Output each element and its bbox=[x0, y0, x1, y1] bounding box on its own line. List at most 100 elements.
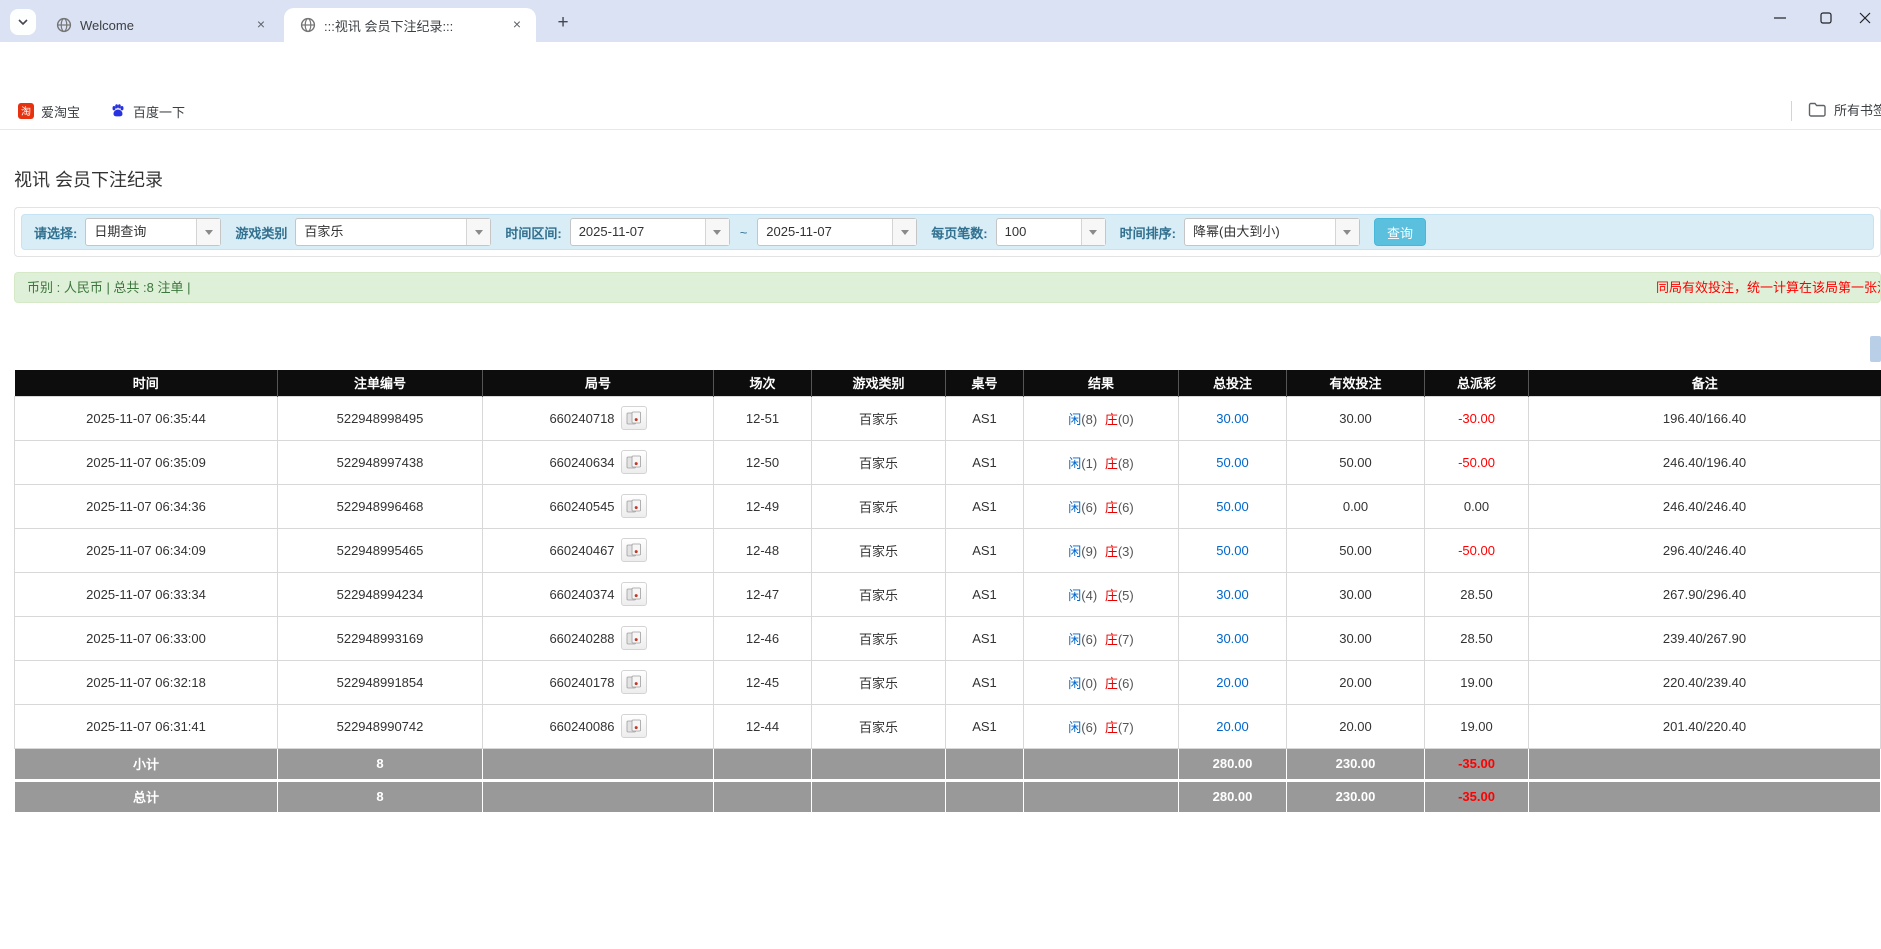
cell-payout: 0.00 bbox=[1425, 484, 1529, 528]
close-icon[interactable]: × bbox=[252, 16, 270, 34]
date-to-value: 2025-11-07 bbox=[758, 219, 892, 245]
footer-count: 8 bbox=[278, 748, 483, 780]
column-header-5: 桌号 bbox=[946, 370, 1024, 396]
chevron-down-icon[interactable] bbox=[466, 219, 490, 245]
cell-game: 百家乐 bbox=[812, 660, 946, 704]
cell-payout: 28.50 bbox=[1425, 572, 1529, 616]
column-header-7: 总投注 bbox=[1179, 370, 1287, 396]
per-page-select[interactable]: 100 bbox=[996, 218, 1106, 246]
cell-round: 660240718 bbox=[483, 396, 714, 440]
bookmark-baidu[interactable]: 百度一下 bbox=[110, 100, 185, 122]
summary-currency-count: 币别 : 人民币 | 总共 :8 注单 | bbox=[27, 273, 191, 302]
cell-session: 12-51 bbox=[714, 396, 812, 440]
cell-round: 660240086 bbox=[483, 704, 714, 748]
cell-total-bet: 20.00 bbox=[1179, 660, 1287, 704]
total-bet-link[interactable]: 20.00 bbox=[1216, 719, 1249, 734]
footer-total-bet: 280.00 bbox=[1179, 780, 1287, 812]
total-bet-link[interactable]: 50.00 bbox=[1216, 543, 1249, 558]
total-bet-link[interactable]: 30.00 bbox=[1216, 631, 1249, 646]
cell-session: 12-44 bbox=[714, 704, 812, 748]
filter-bar: 请选择: 日期查询 游戏类别 百家乐 时间区间: 2025-11-07 ~ 20… bbox=[21, 214, 1874, 250]
chevron-down-icon[interactable] bbox=[1081, 219, 1105, 245]
column-header-6: 结果 bbox=[1024, 370, 1179, 396]
range-separator: ~ bbox=[740, 225, 748, 240]
tab-search-chevron-icon[interactable] bbox=[10, 9, 36, 35]
table-header-row: 时间注单编号局号场次游戏类别桌号结果总投注有效投注总派彩备注 bbox=[15, 370, 1881, 396]
cell-total-bet: 50.00 bbox=[1179, 440, 1287, 484]
tab-bet-records[interactable]: :::视讯 会员下注纪录::: × bbox=[284, 8, 536, 42]
cell-payout: 28.50 bbox=[1425, 616, 1529, 660]
date-to-select[interactable]: 2025-11-07 bbox=[757, 218, 917, 246]
column-header-9: 总派彩 bbox=[1425, 370, 1529, 396]
cell-bet-id: 522948998495 bbox=[278, 396, 483, 440]
round-detail-button[interactable] bbox=[621, 626, 647, 650]
cell-game: 百家乐 bbox=[812, 572, 946, 616]
chevron-down-icon[interactable] bbox=[705, 219, 729, 245]
game-type-select[interactable]: 百家乐 bbox=[295, 218, 491, 246]
all-bookmarks-button[interactable]: 所有书签 bbox=[1808, 100, 1881, 119]
cell-session: 12-45 bbox=[714, 660, 812, 704]
date-from-value: 2025-11-07 bbox=[571, 219, 705, 245]
cell-note: 201.40/220.40 bbox=[1529, 704, 1881, 748]
column-header-1: 注单编号 bbox=[278, 370, 483, 396]
round-detail-icon bbox=[626, 543, 642, 557]
cell-note: 246.40/246.40 bbox=[1529, 484, 1881, 528]
round-detail-button[interactable] bbox=[621, 538, 647, 562]
tab-welcome[interactable]: Welcome × bbox=[40, 8, 280, 42]
cell-note: 239.40/267.90 bbox=[1529, 616, 1881, 660]
cell-round: 660240467 bbox=[483, 528, 714, 572]
chevron-down-icon[interactable] bbox=[892, 219, 916, 245]
window-maximize-button[interactable] bbox=[1803, 0, 1849, 36]
round-detail-button[interactable] bbox=[621, 582, 647, 606]
window-minimize-button[interactable] bbox=[1757, 0, 1803, 36]
round-detail-button[interactable] bbox=[621, 714, 647, 738]
total-bet-link[interactable]: 50.00 bbox=[1216, 455, 1249, 470]
bookmarks-divider bbox=[1791, 101, 1792, 121]
round-detail-button[interactable] bbox=[621, 406, 647, 430]
summary-bar: 币别 : 人民币 | 总共 :8 注单 | 同局有效投注，统一计算在该局第一张注… bbox=[14, 272, 1881, 303]
close-icon[interactable]: × bbox=[508, 16, 526, 34]
cell-table: AS1 bbox=[946, 660, 1024, 704]
round-detail-button[interactable] bbox=[621, 450, 647, 474]
scrollbar-thumb[interactable] bbox=[1870, 336, 1881, 362]
cell-payout: -30.00 bbox=[1425, 396, 1529, 440]
cell-result: 闲(0) 庄(6) bbox=[1024, 660, 1179, 704]
bookmark-label: 百度一下 bbox=[133, 102, 185, 121]
cell-table: AS1 bbox=[946, 616, 1024, 660]
cell-total-bet: 30.00 bbox=[1179, 396, 1287, 440]
cell-bet-id: 522948993169 bbox=[278, 616, 483, 660]
window-close-button[interactable] bbox=[1849, 0, 1881, 36]
cell-time: 2025-11-07 06:34:09 bbox=[15, 528, 278, 572]
baidu-paw-icon bbox=[110, 103, 126, 119]
chevron-down-icon[interactable] bbox=[1335, 219, 1359, 245]
cell-total-bet: 30.00 bbox=[1179, 572, 1287, 616]
bet-records-table: 时间注单编号局号场次游戏类别桌号结果总投注有效投注总派彩备注 2025-11-0… bbox=[14, 370, 1881, 813]
table-row: 2025-11-07 06:32:18522948991854660240178… bbox=[15, 660, 1881, 704]
cell-note: 267.90/296.40 bbox=[1529, 572, 1881, 616]
table-row: 2025-11-07 06:33:34522948994234660240374… bbox=[15, 572, 1881, 616]
total-bet-link[interactable]: 30.00 bbox=[1216, 587, 1249, 602]
cell-total-bet: 50.00 bbox=[1179, 528, 1287, 572]
sort-select[interactable]: 降幂(由大到小) bbox=[1184, 218, 1360, 246]
cell-bet-id: 522948994234 bbox=[278, 572, 483, 616]
cell-payout: 19.00 bbox=[1425, 660, 1529, 704]
table-row: 2025-11-07 06:33:00522948993169660240288… bbox=[15, 616, 1881, 660]
search-button[interactable]: 查询 bbox=[1374, 218, 1426, 246]
bookmark-aitaobao[interactable]: 淘 爱淘宝 bbox=[18, 100, 80, 122]
cell-game: 百家乐 bbox=[812, 484, 946, 528]
total-bet-link[interactable]: 30.00 bbox=[1216, 411, 1249, 426]
total-bet-link[interactable]: 50.00 bbox=[1216, 499, 1249, 514]
game-type-label: 游戏类别 bbox=[235, 223, 287, 242]
chevron-down-icon[interactable] bbox=[196, 219, 220, 245]
total-row: 总计8280.00230.00-35.00 bbox=[15, 780, 1881, 812]
cell-time: 2025-11-07 06:33:00 bbox=[15, 616, 278, 660]
total-bet-link[interactable]: 20.00 bbox=[1216, 675, 1249, 690]
date-from-select[interactable]: 2025-11-07 bbox=[570, 218, 730, 246]
query-type-select[interactable]: 日期查询 bbox=[85, 218, 221, 246]
round-detail-button[interactable] bbox=[621, 494, 647, 518]
cell-result: 闲(1) 庄(8) bbox=[1024, 440, 1179, 484]
round-detail-button[interactable] bbox=[621, 670, 647, 694]
bookmarks-bar: 淘 爱淘宝 百度一下 所有书签 bbox=[0, 92, 1881, 130]
cell-table: AS1 bbox=[946, 704, 1024, 748]
new-tab-button[interactable]: + bbox=[550, 11, 576, 37]
